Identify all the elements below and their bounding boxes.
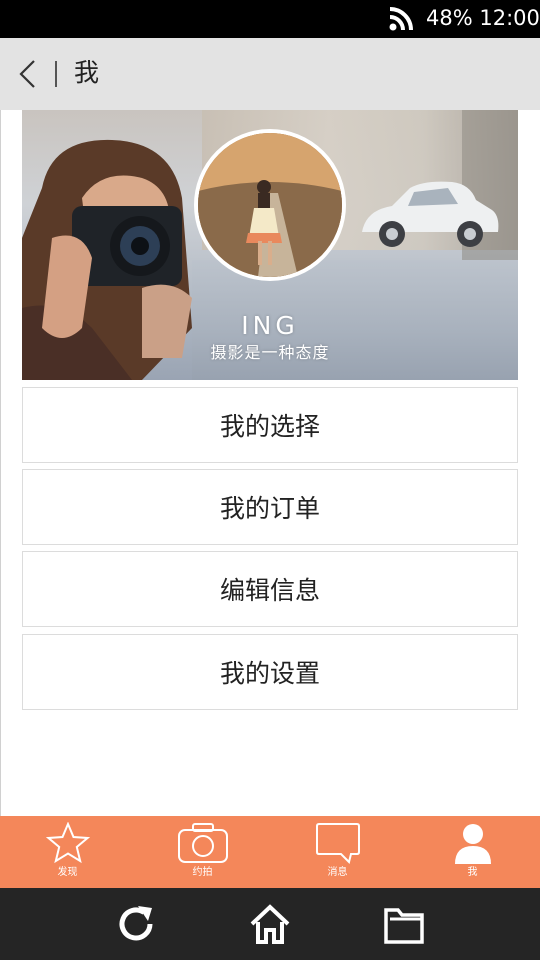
- message-icon: [315, 822, 361, 868]
- chevron-left-icon[interactable]: [14, 58, 40, 90]
- tab-shoot[interactable]: 约拍: [135, 816, 270, 888]
- camera-icon: [177, 822, 229, 868]
- page-title: 我: [74, 58, 100, 87]
- profile-header: ING 摄影是一种态度: [22, 110, 518, 380]
- menu-item-my-orders[interactable]: 我的订单: [22, 469, 518, 545]
- avatar[interactable]: [194, 129, 346, 281]
- tab-label: 我: [467, 867, 478, 878]
- profile-name: ING: [241, 311, 299, 340]
- battery-time-text: 48% 12:00: [426, 6, 540, 30]
- tab-label: 发现: [57, 867, 78, 878]
- tab-label: 约拍: [192, 867, 213, 878]
- folder-icon[interactable]: [382, 902, 426, 946]
- tab-bar: 发现 约拍 消息 我: [0, 816, 540, 888]
- tab-me[interactable]: 我: [405, 816, 540, 888]
- tab-messages[interactable]: 消息: [270, 816, 405, 888]
- home-icon[interactable]: [248, 902, 292, 946]
- nav-bar: 我: [0, 38, 540, 110]
- nav-divider: [55, 61, 57, 87]
- menu-item-edit-info[interactable]: 编辑信息: [22, 551, 518, 627]
- person-icon: [453, 822, 493, 868]
- status-bar: 48% 12:00: [0, 0, 540, 38]
- tab-discover[interactable]: 发现: [0, 816, 135, 888]
- menu-item-my-settings[interactable]: 我的设置: [22, 634, 518, 710]
- tab-label: 消息: [327, 867, 348, 878]
- background-car: [362, 181, 499, 247]
- menu-item-my-selection[interactable]: 我的选择: [22, 387, 518, 463]
- profile-tagline: 摄影是一种态度: [210, 343, 330, 362]
- star-icon: [45, 821, 90, 868]
- system-nav-bar: [0, 888, 540, 960]
- refresh-icon[interactable]: [114, 902, 158, 946]
- wifi-signal-icon: [388, 6, 416, 32]
